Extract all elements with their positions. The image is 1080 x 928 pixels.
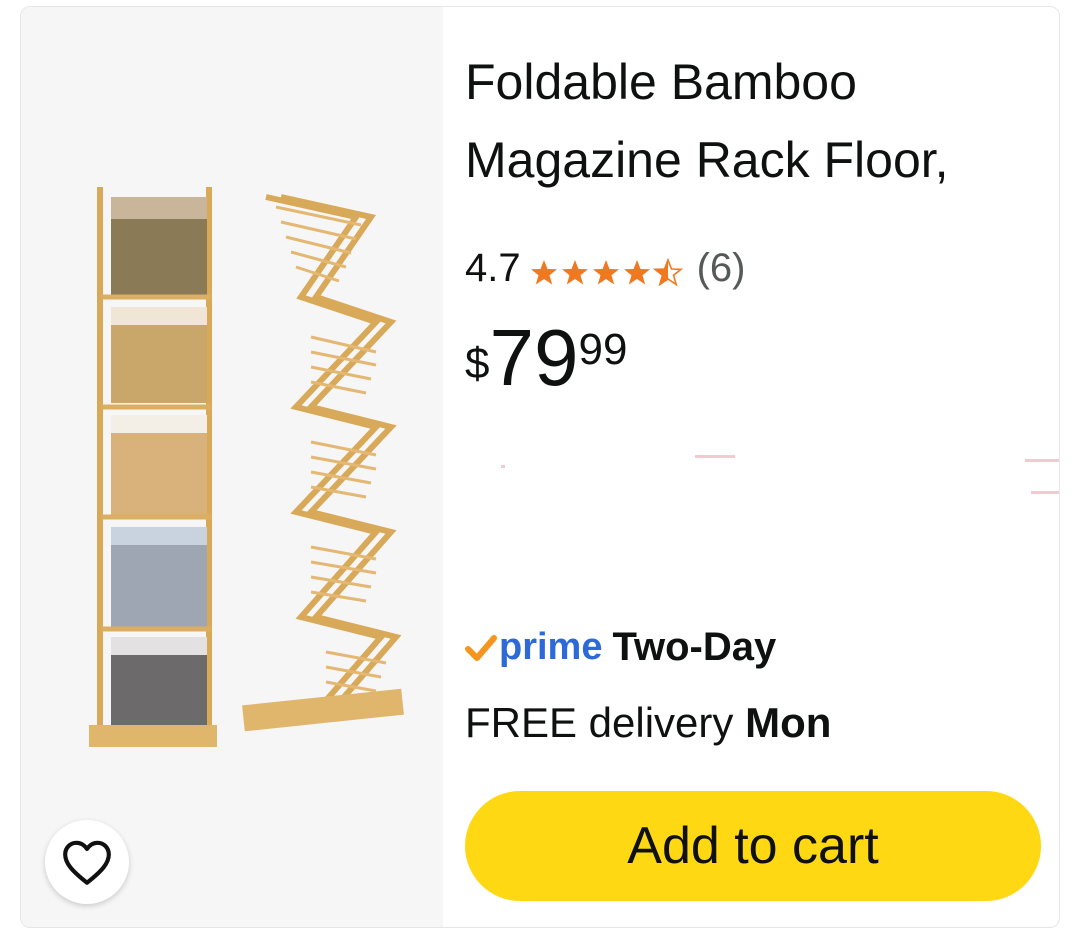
- rating-value: 4.7: [465, 245, 521, 290]
- product-image-panel[interactable]: [21, 7, 443, 927]
- price-currency: $: [465, 339, 490, 388]
- delivery-prefix: FREE delivery: [465, 699, 746, 746]
- price-fraction: 99: [578, 325, 628, 374]
- favorite-button[interactable]: [45, 820, 129, 904]
- prime-label: prime: [499, 626, 603, 668]
- review-count: (6): [696, 245, 746, 290]
- delivery-info: FREE delivery Mon: [465, 699, 831, 747]
- divider: [695, 455, 735, 458]
- price-whole: 79: [489, 313, 579, 402]
- add-to-cart-button[interactable]: Add to cart: [465, 791, 1041, 901]
- product-title[interactable]: Foldable Bamboo Magazine Rack Floor, Por…: [465, 43, 1025, 217]
- product-card[interactable]: Foldable Bamboo Magazine Rack Floor, Por…: [20, 6, 1060, 928]
- prime-speed: Two-Day: [612, 625, 777, 669]
- prime-badge: prime Two-Day: [465, 625, 776, 670]
- divider: [501, 465, 505, 468]
- divider: [1025, 459, 1059, 462]
- product-image[interactable]: [71, 177, 411, 757]
- check-icon: [465, 634, 497, 661]
- star-rating-icon: [530, 259, 682, 286]
- divider: [1031, 491, 1059, 494]
- rating-row[interactable]: 4.7 (6): [465, 243, 746, 293]
- delivery-day: Mon: [745, 699, 832, 746]
- price: $ 79 99: [465, 315, 627, 401]
- heart-outline-icon: [63, 840, 111, 885]
